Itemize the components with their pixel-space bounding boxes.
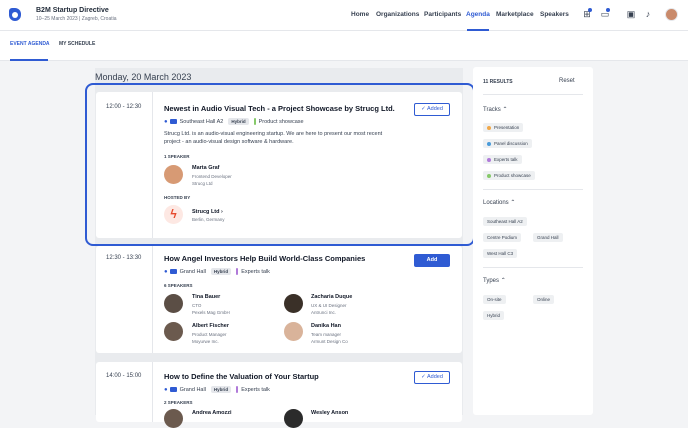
nav-speakers[interactable]: Speakers bbox=[540, 11, 569, 18]
speakers-label: 6 SPEAKERS bbox=[164, 283, 193, 288]
speaker-name[interactable]: Zacharia Duque bbox=[311, 294, 352, 300]
tab-event-agenda[interactable]: EVENT AGENDA bbox=[10, 41, 50, 47]
session-type-badge: Hybrid bbox=[210, 268, 232, 275]
selected-session-highlight bbox=[85, 83, 475, 246]
chevron-up-icon: ⌃ bbox=[500, 278, 506, 284]
track-dot-icon bbox=[487, 173, 491, 178]
track-chip[interactable]: Product showcase bbox=[483, 171, 535, 180]
session-type-badge: Hybrid bbox=[210, 386, 232, 393]
location-pin-icon: ● bbox=[164, 386, 168, 393]
session-card[interactable]: 14:00 - 15:00 How to Define the Valuatio… bbox=[96, 362, 462, 428]
event-title: B2M Startup Directive bbox=[36, 7, 109, 14]
speaker-name[interactable]: Andrea Amozzi bbox=[192, 410, 232, 416]
calendar-icon[interactable]: ▣ bbox=[626, 9, 636, 19]
speaker-avatar[interactable] bbox=[164, 322, 183, 341]
track-chip[interactable]: Presentation bbox=[483, 123, 524, 132]
app-logo[interactable] bbox=[9, 8, 21, 21]
added-button[interactable]: ✓ Added bbox=[414, 371, 450, 384]
divider bbox=[152, 362, 153, 422]
location-chip[interactable]: Grand Hall bbox=[533, 233, 563, 242]
speaker-name[interactable]: Albert Fischer bbox=[192, 323, 229, 329]
video-icon bbox=[169, 269, 177, 274]
session-track: Experts talk bbox=[241, 386, 270, 393]
session-location: Grand Hall bbox=[179, 386, 206, 393]
location-pin-icon: ● bbox=[164, 268, 168, 275]
speaker-name[interactable]: Tina Bauer bbox=[192, 294, 220, 300]
speakers-label: 2 SPEAKERS bbox=[164, 400, 193, 405]
session-meta: ● Grand Hall Hybrid Experts talk bbox=[164, 386, 270, 393]
divider bbox=[483, 267, 583, 268]
tracks-toggle[interactable]: Tracks ⌃ bbox=[483, 106, 507, 113]
speaker-org: Antrunci Inc. bbox=[311, 310, 337, 315]
speaker-avatar[interactable] bbox=[284, 322, 303, 341]
chevron-up-icon: ⌃ bbox=[502, 107, 508, 113]
nav-participants[interactable]: Participants bbox=[424, 11, 461, 18]
divider bbox=[483, 189, 583, 190]
speaker-org: Armunt Design Co bbox=[311, 339, 348, 344]
speaker-avatar[interactable] bbox=[284, 409, 303, 428]
tab-my-schedule[interactable]: MY SCHEDULE bbox=[59, 41, 95, 47]
speaker-name[interactable]: Danika Han bbox=[311, 323, 341, 329]
chevron-up-icon: ⌃ bbox=[510, 200, 516, 206]
session-location: Grand Hall bbox=[179, 268, 206, 275]
speaker-name[interactable]: Wesley Anson bbox=[311, 410, 348, 416]
locations-toggle[interactable]: Locations ⌃ bbox=[483, 199, 515, 206]
type-chip[interactable]: On-site bbox=[483, 295, 506, 304]
session-time: 14:00 - 15:00 bbox=[106, 373, 142, 379]
speaker-role: CTO bbox=[192, 303, 202, 308]
speaker-org: Moyurwe Inc. bbox=[192, 339, 219, 344]
add-button[interactable]: Add bbox=[414, 254, 450, 267]
notification-dot bbox=[588, 8, 592, 12]
speaker-role: Team manager bbox=[311, 332, 342, 337]
speaker-role: Product Manager bbox=[192, 332, 227, 337]
location-chip[interactable]: West Hall C3 bbox=[483, 249, 518, 258]
nav-marketplace[interactable]: Marketplace bbox=[496, 11, 534, 18]
location-chip[interactable]: Southeast Hall A2 bbox=[483, 217, 527, 226]
track-color-bar bbox=[236, 386, 239, 393]
track-dot-icon bbox=[487, 157, 491, 162]
track-dot-icon bbox=[487, 141, 491, 146]
tab-active-underline bbox=[10, 59, 48, 61]
divider bbox=[483, 94, 583, 95]
agenda-subnav: EVENT AGENDA MY SCHEDULE bbox=[0, 31, 688, 61]
session-card[interactable]: 12:30 - 13:30 How Angel Investors Help B… bbox=[96, 246, 462, 353]
type-chip[interactable]: Online bbox=[533, 295, 555, 304]
user-avatar[interactable] bbox=[665, 8, 678, 21]
location-chip[interactable]: Centre Podium bbox=[483, 233, 522, 242]
results-count: 11 RESULTS bbox=[483, 79, 513, 85]
top-header: B2M Startup Directive 10–25 March 2023 |… bbox=[0, 0, 688, 31]
speaker-avatar[interactable] bbox=[164, 409, 183, 428]
track-dot-icon bbox=[487, 125, 491, 130]
type-chip[interactable]: Hybrid bbox=[483, 311, 505, 320]
speaker-org: Pexels Mag GmbH bbox=[192, 310, 230, 315]
video-icon bbox=[169, 387, 177, 392]
session-track: Experts talk bbox=[241, 268, 270, 275]
speaker-avatar[interactable] bbox=[284, 294, 303, 313]
track-chip[interactable]: Panel discussion bbox=[483, 139, 532, 148]
divider bbox=[152, 246, 153, 353]
session-title[interactable]: How Angel Investors Help Build World-Cla… bbox=[164, 254, 365, 263]
filters-panel: 11 RESULTS Reset Tracks ⌃ Presentation P… bbox=[473, 67, 593, 415]
nav-organizations[interactable]: Organizations bbox=[376, 11, 419, 18]
event-subtitle: 10–25 March 2023 | Zagreb, Croatia bbox=[36, 16, 117, 22]
bell-icon[interactable]: ♪ bbox=[643, 9, 653, 19]
session-title[interactable]: How to Define the Valuation of Your Star… bbox=[164, 372, 319, 381]
speaker-avatar[interactable] bbox=[164, 294, 183, 313]
track-color-bar bbox=[236, 268, 239, 275]
chat-notification-dot bbox=[606, 8, 610, 12]
session-meta: ● Grand Hall Hybrid Experts talk bbox=[164, 268, 270, 275]
track-chip[interactable]: Experts talk bbox=[483, 155, 522, 164]
nav-agenda[interactable]: Agenda bbox=[466, 11, 490, 18]
speaker-role: UX & UI Designer bbox=[311, 303, 347, 308]
types-toggle[interactable]: Types ⌃ bbox=[483, 277, 506, 284]
nav-home[interactable]: Home bbox=[351, 11, 369, 18]
session-time: 12:30 - 13:30 bbox=[106, 255, 142, 261]
day-heading: Monday, 20 March 2023 bbox=[95, 72, 192, 82]
reset-button[interactable]: Reset bbox=[559, 78, 575, 84]
